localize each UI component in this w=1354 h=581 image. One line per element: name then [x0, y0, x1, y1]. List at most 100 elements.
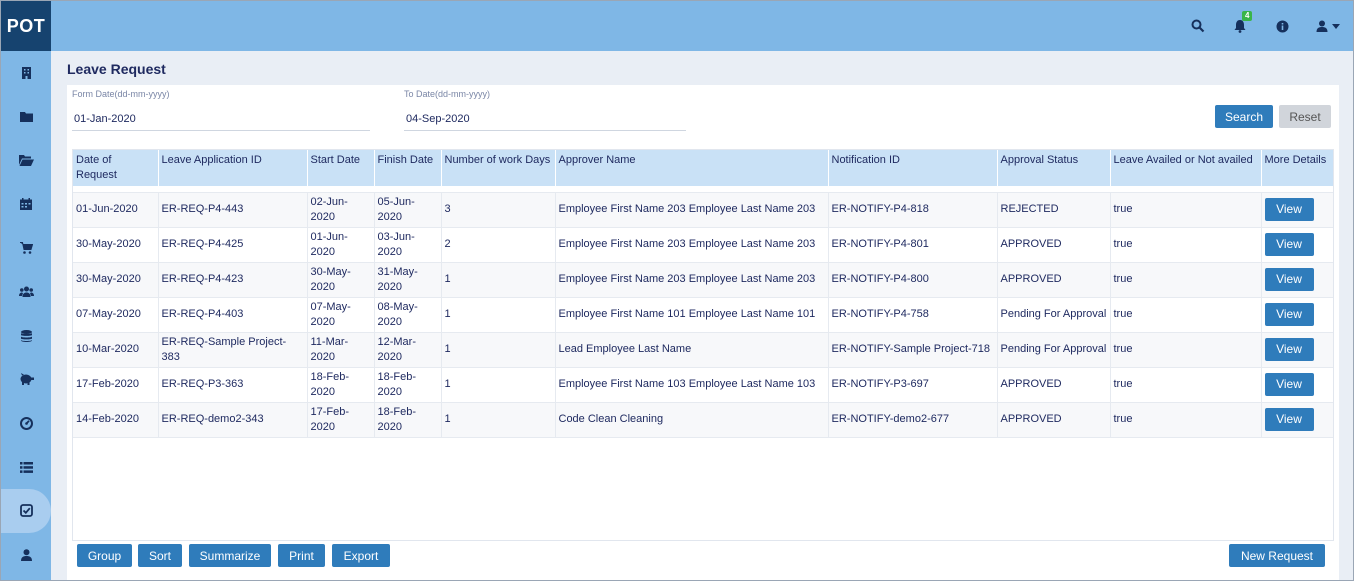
table-row[interactable]: 10-Mar-2020 ER-REQ-Sample Project-383 11-M…	[73, 332, 1333, 368]
to-date-field: To Date(dd-mm-yyyy) 04-Sep-2020	[404, 89, 686, 131]
folder-icon	[19, 111, 33, 123]
table-row[interactable]: 30-May-2020 ER-REQ-P4-423 30-May-2020 31-Ma…	[73, 262, 1333, 298]
sort-button[interactable]: Sort	[138, 544, 182, 567]
finish-date-cell: 05-Jun-2020	[374, 192, 442, 228]
search-icon[interactable]	[1177, 1, 1219, 51]
search-button[interactable]: Search	[1215, 105, 1273, 128]
print-button[interactable]: Print	[278, 544, 325, 567]
to-date-label: To Date(dd-mm-yyyy)	[404, 89, 491, 99]
more-details-cell: View	[1261, 227, 1333, 263]
sidebar-item-building[interactable]	[1, 51, 51, 95]
sidebar-item-users[interactable]	[1, 270, 51, 314]
column-header[interactable]: Leave Availed or Not availed	[1110, 150, 1262, 186]
sidebar-item-database[interactable]	[1, 314, 51, 358]
start-date-cell: 11-Mar-2020	[307, 332, 375, 368]
check-square-icon	[19, 504, 33, 518]
column-header[interactable]: More Details	[1261, 150, 1333, 186]
notification-id-cell: ER-NOTIFY-P4-800	[828, 262, 998, 298]
table-row[interactable]: 07-May-2020 ER-REQ-P4-403 07-May-2020 08-Ma…	[73, 297, 1333, 333]
approval-status-cell: REJECTED	[997, 192, 1111, 228]
work-days-cell: 1	[441, 297, 556, 333]
leave-application-id-cell: ER-REQ-demo2-343	[158, 402, 308, 438]
column-header[interactable]: Approver Name	[555, 150, 829, 186]
view-button[interactable]: View	[1264, 373, 1314, 396]
column-header[interactable]: Notification ID	[828, 150, 998, 186]
approval-status-cell: APPROVED	[997, 367, 1111, 403]
notification-id-cell: ER-NOTIFY-Sample Project-718	[828, 332, 998, 368]
reset-button[interactable]: Reset	[1279, 105, 1331, 128]
approver-name-cell: Code Clean Cleaning	[555, 402, 829, 438]
notification-count-badge: 4	[1242, 11, 1253, 21]
view-button[interactable]: View	[1264, 338, 1314, 361]
column-header[interactable]: Start Date	[307, 150, 375, 186]
notification-id-cell: ER-NOTIFY-P4-801	[828, 227, 998, 263]
start-date-cell: 17-Feb-2020	[307, 402, 375, 438]
more-details-cell: View	[1261, 262, 1333, 298]
start-date-cell: 30-May-2020	[307, 262, 375, 298]
finish-date-cell: 31-May-2020	[374, 262, 442, 298]
piggy-bank-icon	[19, 373, 34, 386]
sidebar-item-leave-request[interactable]	[1, 488, 51, 533]
new-request-button[interactable]: New Request	[1229, 544, 1325, 567]
sidebar-item-piggy-bank[interactable]	[1, 358, 51, 402]
leave-availed-cell: true	[1110, 297, 1262, 333]
app-logo[interactable]: POT	[1, 1, 51, 51]
view-button[interactable]: View	[1264, 198, 1314, 221]
sidebar	[1, 51, 51, 580]
leave-application-id-cell: ER-REQ-P4-425	[158, 227, 308, 263]
approval-status-cell: APPROVED	[997, 262, 1111, 298]
column-header[interactable]: Approval Status	[997, 150, 1111, 186]
column-header[interactable]: Leave Application ID	[158, 150, 308, 186]
info-icon[interactable]	[1261, 1, 1303, 51]
sidebar-item-profile[interactable]	[1, 533, 51, 577]
more-details-cell: View	[1261, 332, 1333, 368]
user-menu-button[interactable]	[1303, 1, 1353, 51]
more-details-cell: View	[1261, 297, 1333, 333]
work-days-cell: 3	[441, 192, 556, 228]
sidebar-item-folder[interactable]	[1, 95, 51, 139]
more-details-cell: View	[1261, 367, 1333, 403]
work-days-cell: 1	[441, 332, 556, 368]
database-icon	[20, 329, 32, 342]
table-row[interactable]: 01-Jun-2020 ER-REQ-P4-443 02-Jun-2020 05-Ju…	[73, 192, 1333, 228]
approval-status-cell: APPROVED	[997, 402, 1111, 438]
approver-name-cell: Employee First Name 203 Employee Last Na…	[555, 192, 829, 228]
column-header[interactable]: Number of work Days	[441, 150, 556, 186]
approval-status-cell: APPROVED	[997, 227, 1111, 263]
approver-name-cell: Employee First Name 203 Employee Last Na…	[555, 227, 829, 263]
sidebar-item-dashboard[interactable]	[1, 401, 51, 445]
dashboard-icon	[19, 416, 33, 430]
column-header[interactable]: Date of Request	[73, 150, 159, 186]
leave-application-id-cell: ER-REQ-P4-403	[158, 297, 308, 333]
date-of-request-cell: 30-May-2020	[73, 262, 159, 298]
sidebar-item-cart[interactable]	[1, 226, 51, 270]
date-of-request-cell: 17-Feb-2020	[73, 367, 159, 403]
summarize-button[interactable]: Summarize	[189, 544, 271, 567]
sidebar-item-calendar[interactable]	[1, 182, 51, 226]
start-date-cell: 02-Jun-2020	[307, 192, 375, 228]
view-button[interactable]: View	[1264, 408, 1314, 431]
notification-id-cell: ER-NOTIFY-P3-697	[828, 367, 998, 403]
approver-name-cell: Employee First Name 101 Employee Last Na…	[555, 297, 829, 333]
to-date-input[interactable]: 04-Sep-2020	[404, 109, 686, 131]
view-button[interactable]: View	[1264, 233, 1314, 256]
from-date-input[interactable]: 01-Jan-2020	[72, 109, 370, 131]
view-button[interactable]: View	[1264, 268, 1314, 291]
more-details-cell: View	[1261, 192, 1333, 228]
column-header[interactable]: Finish Date	[374, 150, 442, 186]
notification-bell-button[interactable]: 4	[1219, 1, 1261, 51]
leave-application-id-cell: ER-REQ-P4-443	[158, 192, 308, 228]
group-button[interactable]: Group	[77, 544, 132, 567]
table-row[interactable]: 17-Feb-2020 ER-REQ-P3-363 18-Feb-2020 18-Fe…	[73, 367, 1333, 403]
view-button[interactable]: View	[1264, 303, 1314, 326]
from-date-label: Form Date(dd-mm-yyyy)	[72, 89, 170, 99]
sidebar-item-folder-open[interactable]	[1, 139, 51, 183]
more-details-cell: View	[1261, 402, 1333, 438]
export-button[interactable]: Export	[332, 544, 390, 567]
sidebar-item-list[interactable]	[1, 445, 51, 489]
table-row[interactable]: 30-May-2020 ER-REQ-P4-425 01-Jun-2020 03-Ju…	[73, 227, 1333, 263]
table-row[interactable]: 14-Feb-2020 ER-REQ-demo2-343 17-Feb-2020 18…	[73, 402, 1333, 438]
leave-application-id-cell: ER-REQ-P3-363	[158, 367, 308, 403]
caret-down-icon	[1332, 23, 1340, 29]
date-of-request-cell: 10-Mar-2020	[73, 332, 159, 368]
